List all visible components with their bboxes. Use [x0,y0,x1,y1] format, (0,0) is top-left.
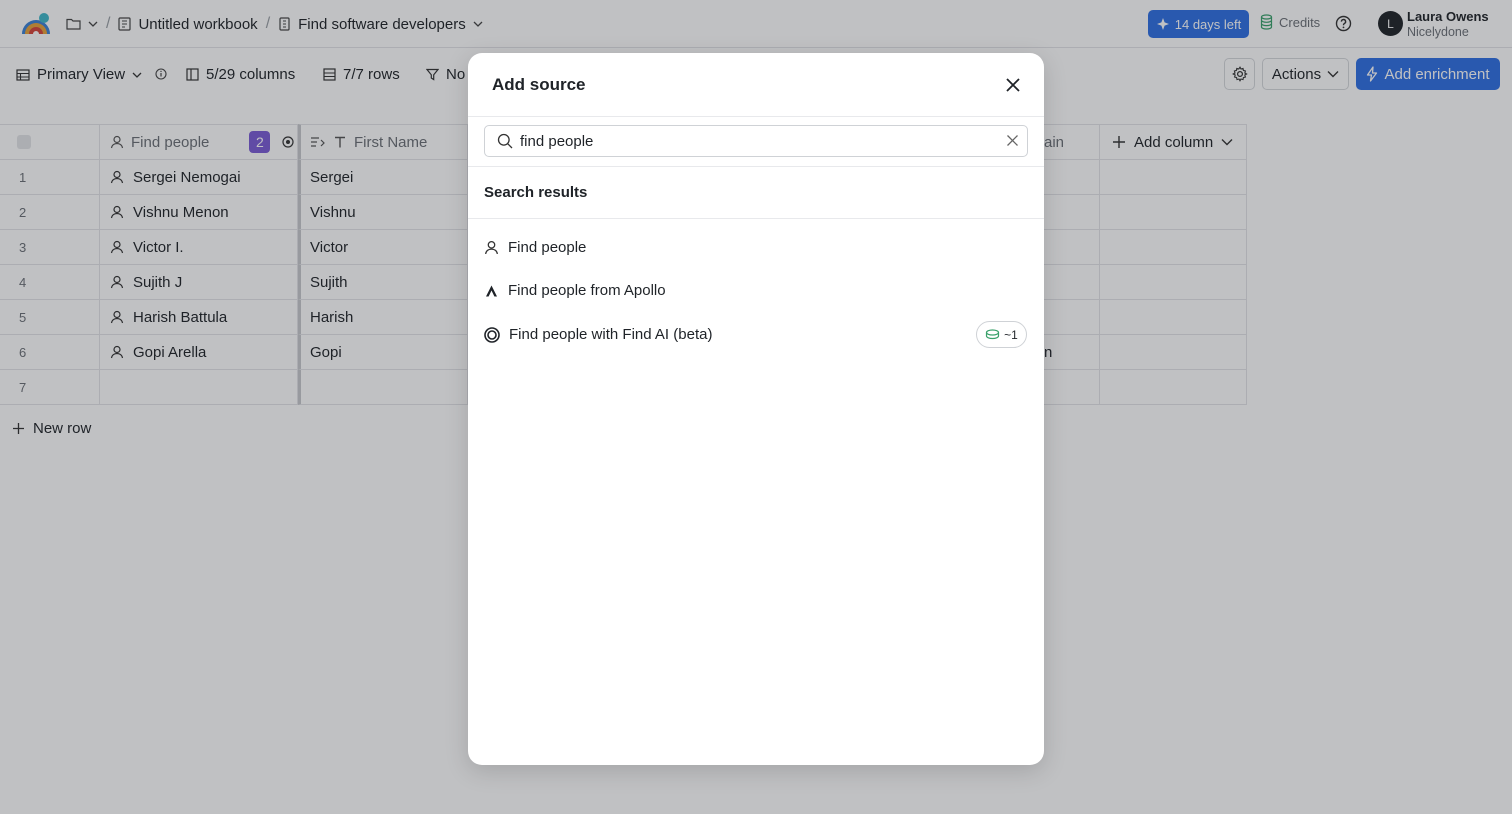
search-results-heading: Search results [484,184,588,201]
divider [468,116,1044,117]
result-find-people[interactable]: Find people [484,239,586,256]
result-find-people-apollo[interactable]: Find people from Apollo [484,282,666,299]
apollo-icon [486,285,497,296]
result-label: Find people [508,239,587,256]
search-field[interactable] [484,125,1028,157]
coin-icon [986,329,1000,340]
search-input[interactable] [520,130,990,152]
search-icon [497,133,513,149]
clear-search-icon[interactable] [1006,134,1019,147]
divider [468,166,1044,167]
close-icon[interactable] [1004,76,1022,94]
credit-cost-badge: ~1 [976,321,1027,348]
result-find-people-find-ai[interactable]: Find people with Find AI (beta) [484,326,712,343]
person-icon [484,240,499,255]
result-label: Find people from Apollo [508,282,666,299]
credit-cost-label: ~1 [1004,327,1018,342]
divider [468,218,1044,219]
add-source-modal: Add source Search results Find people Fi… [468,53,1044,765]
find-ai-icon [484,326,500,343]
modal-title: Add source [492,75,586,94]
result-label: Find people with Find AI (beta) [509,326,713,343]
